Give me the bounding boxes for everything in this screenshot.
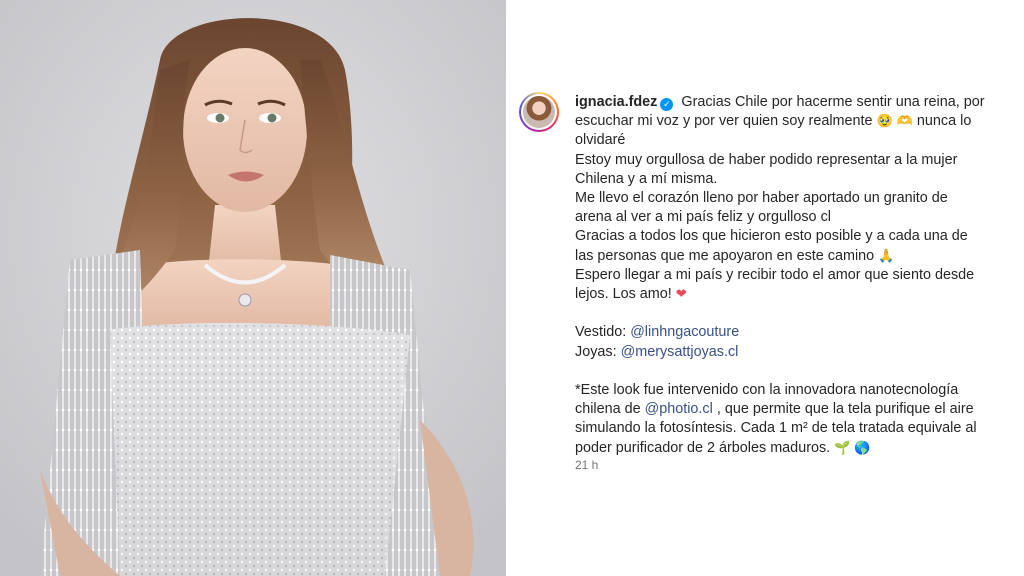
emoji-seedling-icon: 🌱 <box>834 440 851 456</box>
photio-mention-link[interactable]: @photio.cl <box>645 401 713 417</box>
emoji-holding-tears-icon: 🥹 <box>876 114 893 130</box>
emoji-globe-icon: 🌎 <box>854 440 871 456</box>
dress-label: Vestido: <box>575 324 627 341</box>
post-photo[interactable] <box>0 0 506 576</box>
emoji-heart-hands-icon: 🫶 <box>896 114 913 130</box>
caption-line-4: Gracias a todos los que hicieron esto po… <box>575 228 968 264</box>
post-timestamp[interactable]: 21 h <box>575 458 598 472</box>
post-caption: ignacia.fdez ✓ Gracias Chile por hacerme … <box>575 93 987 458</box>
caption-line-2: Estoy muy orgullosa de haber podido repr… <box>575 151 958 187</box>
caption-line-5: Espero llegar a mi país y recibir todo e… <box>575 266 975 303</box>
photo-illustration <box>0 0 506 576</box>
username-link[interactable]: ignacia.fdez <box>575 94 657 110</box>
emoji-pray-icon: 🙏 <box>878 248 895 264</box>
avatar-ring-inner <box>521 94 557 130</box>
profile-avatar[interactable] <box>519 92 559 132</box>
flag-cl-icon: cl <box>820 209 831 226</box>
dress-mention-link[interactable]: @linhngacouture <box>630 324 739 340</box>
verified-badge-icon: ✓ <box>660 98 674 111</box>
jewelry-label: Joyas: <box>575 343 617 360</box>
avatar-image <box>523 96 555 128</box>
jewelry-mention-link[interactable]: @merysattjoyas.cl <box>621 344 739 360</box>
caption-line-3: Me llevo el corazón lleno por haber apor… <box>575 190 948 226</box>
emoji-heart-icon: ❤ <box>675 287 687 303</box>
